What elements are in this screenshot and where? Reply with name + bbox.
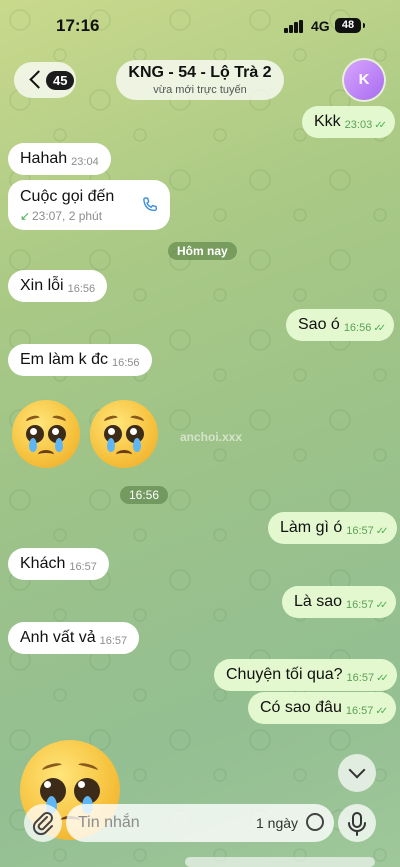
unread-count-badge: 45 [46,71,75,90]
message-time: 23:03 [344,119,373,131]
call-label: Cuộc gọi đến [20,188,115,205]
avatar[interactable]: K [344,60,384,100]
message-text: Làm gì ó [280,519,343,536]
message-bubble-out[interactable]: Sao ó 16:56 ✓✓ [286,309,395,341]
message-time: 16:56 [343,322,372,334]
network-type: 4G [311,18,330,34]
read-ticks-icon: ✓✓ [375,525,389,537]
battery-icon: 48 [335,18,365,33]
message-text: Kkk [314,113,341,130]
paperclip-icon [32,812,53,836]
message-input[interactable]: Tin nhắn 1 ngày [66,804,334,842]
message-text: Em làm k đc [20,351,109,368]
message-bubble-in[interactable]: Xin lỗi 16:56 [8,270,108,302]
call-meta: 23:07, 2 phút [32,209,103,223]
pleading-face-emoji[interactable] [12,400,80,468]
message-bubble-in[interactable]: Khách 16:57 [8,548,109,580]
message-time: 16:56 [67,283,96,295]
status-bar: 17:16 4G 48 [0,0,400,50]
message-bubble-out[interactable]: Kkk 23:03 ✓✓ [302,106,395,138]
read-ticks-icon: ✓✓ [374,119,387,131]
microphone-icon [348,812,366,836]
message-bubble-in[interactable]: Hahah 23:04 [8,143,111,175]
message-text: Hahah [20,150,68,167]
auto-delete-timer-label[interactable]: 1 ngày [256,815,298,831]
message-text: Khách [20,555,66,572]
microphone-button[interactable] [338,804,376,842]
message-bubble-out[interactable]: Làm gì ó 16:57 ✓✓ [268,512,397,544]
chat-title: KNG - 54 - Lộ Trà 2 [128,64,272,81]
chat-header-title[interactable]: KNG - 54 - Lộ Trà 2 vừa mới trực tuyến [116,60,284,100]
date-separator: Hôm nay [168,242,237,260]
chat-status: vừa mới trực tuyến [153,84,247,96]
message-text: Chuyện tối qua? [226,666,343,683]
back-chevron-icon [29,70,48,89]
read-ticks-icon: ✓✓ [373,322,386,334]
message-bubble-out[interactable]: Chuyện tối qua? 16:57 ✓✓ [214,659,397,691]
message-text: Có sao đâu [260,699,342,716]
chevron-down-icon [348,761,366,779]
message-time: 16:57 [99,635,128,647]
message-input-placeholder: Tin nhắn [78,814,140,831]
message-time: 16:57 [346,672,375,684]
message-bubble-out[interactable]: Có sao đâu 16:57 ✓✓ [248,692,397,724]
message-text: Xin lỗi [20,277,64,294]
signal-icon [284,20,304,33]
message-bubble-out[interactable]: Là sao 16:57 ✓✓ [282,586,397,618]
incoming-call-message[interactable]: Cuộc gọi đến ↙ 23:07, 2 phút [8,180,170,230]
back-button[interactable]: 45 [14,62,76,98]
read-ticks-icon: ✓✓ [376,672,389,684]
message-time: 16:57 [345,705,374,717]
scroll-down-button[interactable] [338,754,376,792]
read-ticks-icon: ✓✓ [375,705,388,717]
message-bubble-in[interactable]: Em làm k đc 16:56 [8,344,152,376]
watermark: anchoi.xxx [180,430,243,444]
emoji-message-time: 16:56 [120,486,169,504]
message-bubble-in[interactable]: Anh vất vả 16:57 [8,622,140,654]
pleading-face-emoji[interactable] [90,400,158,468]
message-text: Sao ó [298,316,340,333]
status-time: 17:16 [56,16,100,35]
read-ticks-icon: ✓✓ [375,599,389,611]
message-time: 16:57 [346,525,374,537]
message-time: 23:04 [71,156,99,168]
message-text: Là sao [294,593,343,610]
message-time: 16:56 [112,357,140,369]
home-indicator [185,857,375,867]
message-time: 16:57 [69,561,97,573]
phone-icon[interactable] [140,195,160,215]
timer-icon[interactable] [306,813,324,831]
attach-button[interactable] [24,804,62,842]
message-time: 16:57 [346,599,374,611]
message-text: Anh vất vả [20,629,96,646]
incoming-call-arrow-icon: ↙ [20,209,31,223]
